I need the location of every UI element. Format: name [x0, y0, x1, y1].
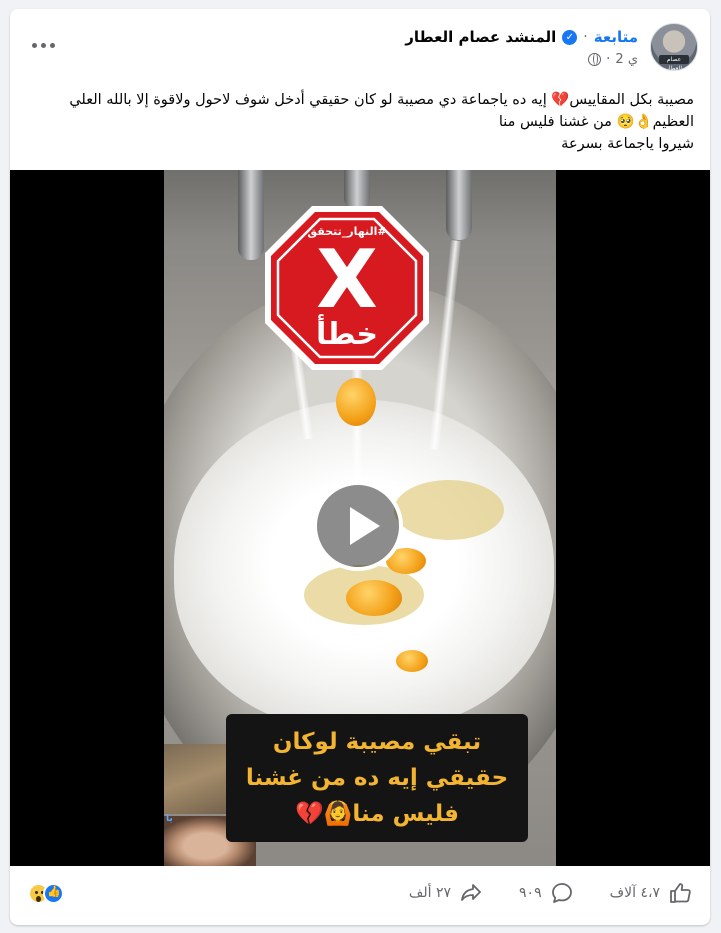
- post-card: عصام العطار المنشد عصام العطار ✓ · متابع…: [10, 9, 710, 925]
- play-button[interactable]: [313, 481, 403, 571]
- avatar-caption: عصام العطار: [659, 55, 689, 70]
- egg-yolk: [346, 580, 402, 616]
- post-text-line: العظيم👌🥺 من غشنا فليس منا: [498, 114, 694, 130]
- meta-separator: ·: [605, 51, 611, 67]
- like-icon: [43, 882, 64, 904]
- share-button[interactable]: ٢٧ ألف: [409, 881, 483, 905]
- comment-icon: [551, 883, 572, 903]
- video-player[interactable]: يا #النهار_تتحقق X خطأ تبقي مصيبة لوكان …: [10, 170, 710, 866]
- separator-dot: ·: [583, 29, 588, 45]
- falling-yolk: [336, 378, 376, 426]
- verified-badge-icon: ✓: [562, 29, 578, 45]
- share-count: ٢٧ ألف: [408, 885, 452, 901]
- comment-button[interactable]: ٩٠٩: [519, 881, 574, 905]
- follow-button[interactable]: متابعة: [594, 28, 638, 46]
- globe-icon: [587, 52, 601, 66]
- caption-line: حقيقي إيه ده من غشنا: [245, 765, 509, 791]
- false-claim-stamp-icon: #النهار_تتحقق X خطأ: [262, 203, 432, 373]
- video-caption: تبقي مصيبة لوكان حقيقي إيه ده من غشنا فل…: [226, 714, 528, 842]
- action-buttons: ٤،٧ آلاف ٩٠٩ ٢٧ ألف: [409, 881, 692, 905]
- stamp-word: خطأ: [315, 317, 379, 352]
- caption-line: تبقي مصيبة لوكان: [272, 729, 482, 755]
- like-button[interactable]: ٤،٧ آلاف: [610, 881, 692, 905]
- nozzle-left: [238, 170, 264, 260]
- play-icon: [350, 507, 380, 545]
- inset-label: يا: [166, 814, 173, 824]
- reaction-summary[interactable]: [28, 882, 64, 904]
- share-icon: [461, 884, 481, 901]
- stamp-x-mark: X: [316, 233, 378, 326]
- more-options-icon[interactable]: [32, 39, 60, 51]
- comment-count: ٩٠٩: [519, 885, 542, 901]
- post-time[interactable]: 2 ي: [615, 52, 638, 67]
- action-bar: ٤،٧ آلاف ٩٠٩ ٢٧ ألف: [10, 867, 710, 919]
- like-count: ٤،٧ آلاف: [609, 885, 660, 901]
- thumbs-up-icon: [670, 883, 691, 903]
- post-body: مصيبة بكل المقاييس💔 إيه ده ياجماعة دي مص…: [24, 89, 694, 155]
- egg-white: [394, 480, 504, 540]
- post-text-line: مصيبة بكل المقاييس💔 إيه ده ياجماعة دي مص…: [69, 92, 694, 108]
- caption-line: فليس منا🙆💔: [295, 801, 459, 827]
- post-meta: 2 ي ·: [587, 51, 638, 67]
- author-row: المنشد عصام العطار ✓ · متابعة: [405, 26, 638, 48]
- post-header: عصام العطار المنشد عصام العطار ✓ · متابع…: [10, 9, 710, 79]
- post-text-line: شيروا ياجماعة بسرعة: [561, 136, 694, 152]
- author-name[interactable]: المنشد عصام العطار: [405, 28, 556, 46]
- egg-yolk: [396, 650, 428, 672]
- avatar[interactable]: عصام العطار: [650, 23, 698, 71]
- nozzle-right: [446, 170, 472, 240]
